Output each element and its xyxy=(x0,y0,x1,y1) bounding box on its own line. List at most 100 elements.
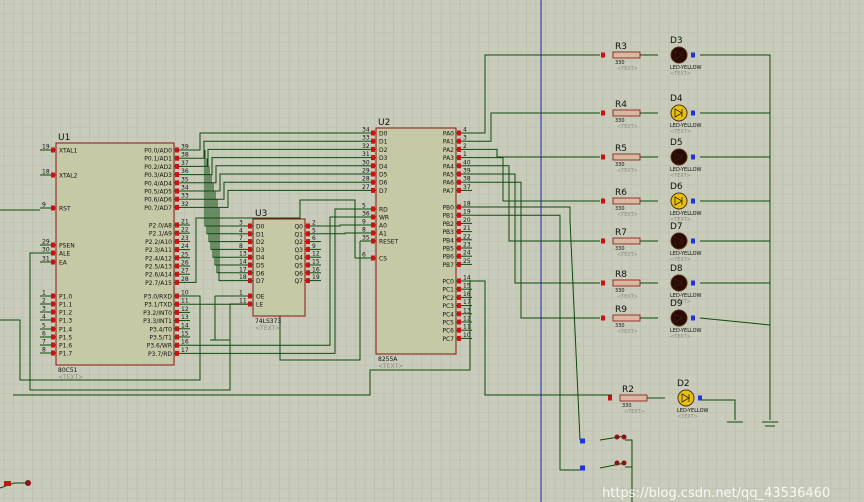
led-d5[interactable] xyxy=(670,148,688,166)
led-row-d6[interactable]: R6330<TEXT>D6LED-YELLOW<TEXT> xyxy=(601,182,702,223)
pin-marker xyxy=(691,315,695,321)
pin-marker xyxy=(457,245,461,251)
resistor-r2[interactable] xyxy=(619,394,648,402)
pin-marker xyxy=(248,223,252,229)
pin-marker xyxy=(601,110,605,116)
pin-number: 1 xyxy=(463,151,467,158)
pin-marker xyxy=(51,301,55,307)
pin-name: PA4 xyxy=(443,163,454,170)
led-text: <TEXT> xyxy=(670,334,691,340)
pin-marker xyxy=(175,247,179,253)
pin-number: 21 xyxy=(181,219,189,226)
pin-name: Q6 xyxy=(294,270,303,277)
pin-marker xyxy=(371,130,375,136)
resistor-r8[interactable] xyxy=(612,279,641,287)
pin-marker xyxy=(175,163,179,169)
pin-name: P3.2/INT0 xyxy=(143,310,172,317)
led-d6[interactable] xyxy=(670,192,688,210)
pin-number: 18 xyxy=(239,274,247,281)
pin-marker xyxy=(51,309,55,315)
chip-u1-80c51[interactable]: U180C51<TEXT>19XTAL118XTAL29RST29PSEN30A… xyxy=(40,133,190,381)
pin-number: 24 xyxy=(181,243,189,250)
pin-name: PA1 xyxy=(443,139,454,146)
led-d9[interactable] xyxy=(670,309,688,327)
pin-number: 25 xyxy=(181,251,189,258)
pin-name: RESET xyxy=(379,239,399,246)
pin-name: P0.4/AD4 xyxy=(144,180,172,187)
pin-marker xyxy=(175,350,179,356)
led-d3[interactable] xyxy=(670,46,688,64)
pin-number: 16 xyxy=(463,291,471,298)
pin-name: P1.0 xyxy=(59,294,72,301)
pin-number: 39 xyxy=(181,144,189,151)
resistor-r9[interactable] xyxy=(612,314,641,322)
pin-name: PC2 xyxy=(442,295,454,302)
resistor-r4[interactable] xyxy=(612,109,641,117)
pin-number: 33 xyxy=(362,135,370,142)
pin-name: ALE xyxy=(59,251,70,258)
led-row-d7[interactable]: R7330<TEXT>D7LED-YELLOW<TEXT> xyxy=(601,222,702,263)
resistor-r6[interactable] xyxy=(612,197,641,205)
chip-u3-74ls373-ref: U3 xyxy=(255,209,267,219)
resistor-text: <TEXT> xyxy=(617,329,638,335)
pin-marker xyxy=(457,146,461,152)
pin-number: 39 xyxy=(463,168,471,175)
pin-marker xyxy=(51,205,55,211)
pin-name: P2.3/A11 xyxy=(145,247,172,254)
pin-marker xyxy=(691,52,695,58)
pin-name: PC1 xyxy=(442,287,454,294)
pin-name: D0 xyxy=(379,131,388,138)
pin-name: D7 xyxy=(256,278,265,285)
pin-name: PC5 xyxy=(442,320,454,327)
led-row-d9[interactable]: R9330<TEXT>D9LED-YELLOW<TEXT> xyxy=(601,299,702,340)
resistor-r3[interactable] xyxy=(612,51,641,59)
led-label: D4 xyxy=(670,94,683,104)
led-row-d4[interactable]: R4330<TEXT>D4LED-YELLOW<TEXT> xyxy=(601,94,702,135)
pin-marker xyxy=(457,163,461,169)
pin-number: 2 xyxy=(463,143,467,150)
pin-number: 35 xyxy=(181,176,189,183)
pin-name: P0.1/AD1 xyxy=(144,156,172,163)
pin-marker xyxy=(457,261,461,267)
led-d2[interactable] xyxy=(677,389,695,407)
pin-number: 29 xyxy=(362,168,370,175)
led-row-d5[interactable]: R5330<TEXT>D5LED-YELLOW<TEXT> xyxy=(601,138,702,179)
pin-number: 34 xyxy=(362,127,370,134)
pin-marker xyxy=(457,253,461,259)
pin-marker xyxy=(457,187,461,193)
pin-marker xyxy=(175,301,179,307)
led-d8[interactable] xyxy=(670,274,688,292)
pin-name: P1.2 xyxy=(59,310,72,317)
pin-marker xyxy=(457,229,461,235)
schematic-canvas[interactable]: U180C51<TEXT>19XTAL118XTAL29RST29PSEN30A… xyxy=(0,0,864,502)
pin-marker xyxy=(175,222,179,228)
chip-u3-74ls373[interactable]: U3 74LS373<TEXT> 3 D0 4 D1 7 D2 8 D3 13 D4 14 D5 17 D6 1… xyxy=(237,209,321,332)
pin-marker xyxy=(248,254,252,260)
led-row-d2[interactable]: R2330<TEXT>D2LED-YELLOW<TEXT> xyxy=(608,379,709,420)
pin-number: 16 xyxy=(312,266,320,273)
pin-name: PC4 xyxy=(442,311,454,318)
pin-number: 13 xyxy=(239,251,247,258)
pin-name: P3.6/WR xyxy=(147,343,172,350)
pin-name: D1 xyxy=(379,139,388,146)
pin-number: 6 xyxy=(362,252,366,259)
pin-number: 14 xyxy=(181,322,189,329)
resistor-r7[interactable] xyxy=(612,237,641,245)
led-d4[interactable] xyxy=(670,104,688,122)
pin-number: 28 xyxy=(181,276,189,283)
chip-u3-74ls373-part: 74LS373 xyxy=(255,318,281,325)
chip-u2-8255a-text: <TEXT> xyxy=(378,363,403,370)
pin-number: 7 xyxy=(42,339,46,346)
pin-marker xyxy=(51,342,55,348)
resistor-r5[interactable] xyxy=(612,153,641,161)
pin-number: 32 xyxy=(181,201,189,208)
led-text: <TEXT> xyxy=(670,129,691,135)
pin-name: Q2 xyxy=(294,239,303,246)
pin-number: 11 xyxy=(239,298,247,305)
led-d7[interactable] xyxy=(670,232,688,250)
chip-u2-8255a[interactable]: U28255A<TEXT>34D033D132D231D330D429D528D… xyxy=(360,118,472,370)
pin-number: 19 xyxy=(42,144,50,151)
pin-marker xyxy=(457,212,461,218)
pin-marker xyxy=(175,172,179,178)
resistor-label: R6 xyxy=(615,188,627,198)
